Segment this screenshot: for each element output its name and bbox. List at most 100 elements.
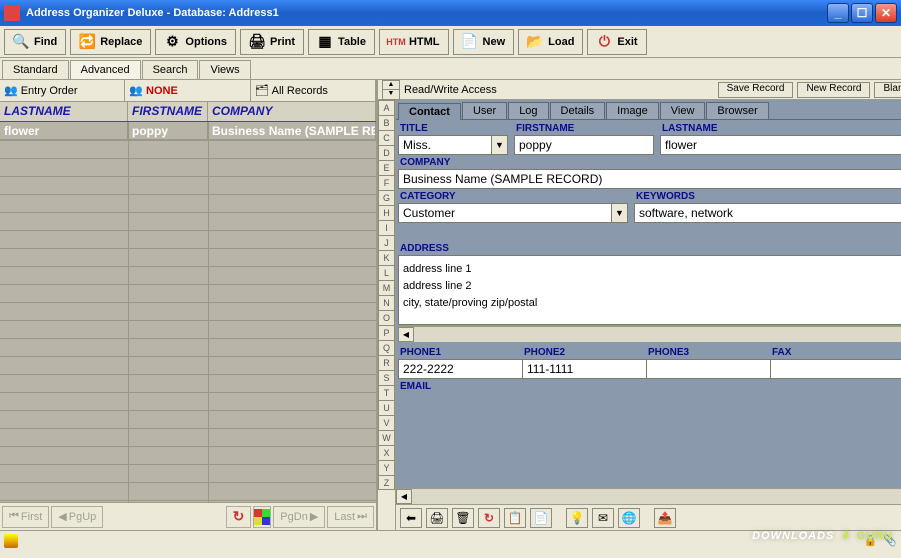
- tab-contact[interactable]: Contact: [398, 103, 461, 120]
- pgup-button[interactable]: ◀PgUp: [51, 506, 103, 528]
- alpha-x[interactable]: X: [378, 445, 395, 460]
- address-hscroll[interactable]: ◀ ▶: [398, 326, 901, 342]
- tab-advanced[interactable]: Advanced: [70, 60, 141, 79]
- globe-icon[interactable]: 🌐: [618, 508, 640, 528]
- tab-image[interactable]: Image: [606, 102, 659, 119]
- alpha-s[interactable]: S: [378, 370, 395, 385]
- scroll-down-icon[interactable]: ▼: [382, 90, 400, 100]
- trash-icon[interactable]: 🗑: [452, 508, 474, 528]
- main-split: 👥Entry Order 👥NONE 🗂All Records LASTNAME…: [0, 80, 901, 530]
- alpha-w[interactable]: W: [378, 430, 395, 445]
- load-button[interactable]: 📂Load: [518, 29, 583, 55]
- alpha-t[interactable]: T: [378, 385, 395, 400]
- filter-none-cell[interactable]: 👥NONE: [125, 80, 250, 101]
- alpha-u[interactable]: U: [378, 400, 395, 415]
- address-textarea[interactable]: address line 1 address line 2 city, stat…: [398, 255, 901, 325]
- scroll-up-icon[interactable]: ▲: [382, 80, 400, 90]
- company-input[interactable]: [398, 169, 901, 189]
- last-button[interactable]: Last⏭: [327, 506, 374, 528]
- tab-log[interactable]: Log: [508, 102, 548, 119]
- refresh-icon[interactable]: ↻: [478, 508, 500, 528]
- alpha-z[interactable]: Z: [378, 475, 395, 490]
- lastname-input[interactable]: [660, 135, 901, 155]
- maximize-button[interactable]: ☐: [851, 3, 873, 23]
- contact-form: TITLE Miss.▼ FIRSTNAME LASTNAME: [396, 120, 901, 488]
- alpha-a[interactable]: A: [378, 100, 395, 115]
- table-button[interactable]: ▦Table: [308, 29, 375, 55]
- new-button[interactable]: 📄New: [453, 29, 515, 55]
- back-icon[interactable]: ⬅: [400, 508, 422, 528]
- new-record-button[interactable]: New Record: [797, 82, 870, 98]
- alpha-j[interactable]: J: [378, 235, 395, 250]
- alpha-e[interactable]: E: [378, 160, 395, 175]
- form-hscroll[interactable]: ◀ ▶: [396, 488, 901, 504]
- find-button[interactable]: 🔍Find: [4, 29, 66, 55]
- grid-body[interactable]: flower poppy Business Name (SAMPLE RECOR…: [0, 122, 376, 502]
- paste-icon[interactable]: 📄: [530, 508, 552, 528]
- exit-button[interactable]: ⏻Exit: [587, 29, 646, 55]
- firstname-input[interactable]: [514, 135, 654, 155]
- company-label: COMPANY: [398, 156, 901, 169]
- print-icon[interactable]: 🖨: [426, 508, 448, 528]
- alpha-b[interactable]: B: [378, 115, 395, 130]
- alpha-k[interactable]: K: [378, 250, 395, 265]
- all-records-cell[interactable]: 🗂All Records: [251, 80, 376, 101]
- entry-order-cell[interactable]: 👥Entry Order: [0, 80, 125, 101]
- category-select[interactable]: Customer▼: [398, 203, 628, 223]
- phone1-label: PHONE1: [398, 346, 516, 359]
- refresh-button[interactable]: ↻: [226, 506, 252, 528]
- options-button[interactable]: ⚙Options: [155, 29, 236, 55]
- alpha-h[interactable]: H: [378, 205, 395, 220]
- alpha-q[interactable]: Q: [378, 340, 395, 355]
- alpha-index: ABCDEFGHIJKLMNOPQRSTUVWXYZ: [378, 100, 396, 530]
- cards-icon: 🗂: [255, 84, 269, 97]
- color-grid-button[interactable]: [253, 506, 271, 528]
- status-icon: [4, 534, 18, 548]
- mail-icon[interactable]: ✉: [592, 508, 614, 528]
- replace-button[interactable]: 🔁Replace: [70, 29, 151, 55]
- alpha-d[interactable]: D: [378, 145, 395, 160]
- tab-browser[interactable]: Browser: [706, 102, 768, 119]
- alpha-n[interactable]: N: [378, 295, 395, 310]
- bulb-icon[interactable]: 💡: [566, 508, 588, 528]
- alpha-m[interactable]: M: [378, 280, 395, 295]
- save-record-button[interactable]: Save Record: [718, 82, 794, 98]
- copy-icon[interactable]: 📋: [504, 508, 526, 528]
- tab-view[interactable]: View: [660, 102, 706, 119]
- minimize-button[interactable]: _: [827, 3, 849, 23]
- alpha-r[interactable]: R: [378, 355, 395, 370]
- scroll-left-icon[interactable]: ◀: [396, 489, 412, 504]
- col-company[interactable]: COMPANY: [208, 102, 376, 121]
- tab-details[interactable]: Details: [550, 102, 606, 119]
- alpha-l[interactable]: L: [378, 265, 395, 280]
- first-button[interactable]: ⏮First: [2, 506, 49, 528]
- firstname-label: FIRSTNAME: [514, 122, 654, 135]
- keywords-input[interactable]: [634, 203, 901, 223]
- col-lastname[interactable]: LASTNAME: [0, 102, 128, 121]
- scroll-left-icon[interactable]: ◀: [398, 327, 414, 342]
- tab-views[interactable]: Views: [199, 60, 250, 79]
- new-icon: 📄: [462, 34, 478, 50]
- alpha-v[interactable]: V: [378, 415, 395, 430]
- alpha-c[interactable]: C: [378, 130, 395, 145]
- alpha-o[interactable]: O: [378, 310, 395, 325]
- alpha-y[interactable]: Y: [378, 460, 395, 475]
- tab-user[interactable]: User: [462, 102, 507, 119]
- print-button[interactable]: 🖨Print: [240, 29, 304, 55]
- blank-button[interactable]: Blank: [874, 82, 901, 98]
- fax-input[interactable]: [770, 359, 901, 379]
- pgdn-button[interactable]: PgDn▶: [273, 506, 325, 528]
- title-select[interactable]: Miss.▼: [398, 135, 508, 155]
- col-firstname[interactable]: FIRSTNAME: [128, 102, 208, 121]
- tab-standard[interactable]: Standard: [2, 60, 69, 79]
- tab-search[interactable]: Search: [142, 60, 199, 79]
- grid-header: LASTNAME FIRSTNAME COMPANY: [0, 102, 376, 122]
- alpha-p[interactable]: P: [378, 325, 395, 340]
- html-button[interactable]: HTMHTML: [379, 29, 449, 55]
- alpha-i[interactable]: I: [378, 220, 395, 235]
- close-button[interactable]: ✕: [875, 3, 897, 23]
- export-icon[interactable]: 📤: [654, 508, 676, 528]
- alpha-g[interactable]: G: [378, 190, 395, 205]
- load-icon: 📂: [527, 34, 543, 50]
- alpha-f[interactable]: F: [378, 175, 395, 190]
